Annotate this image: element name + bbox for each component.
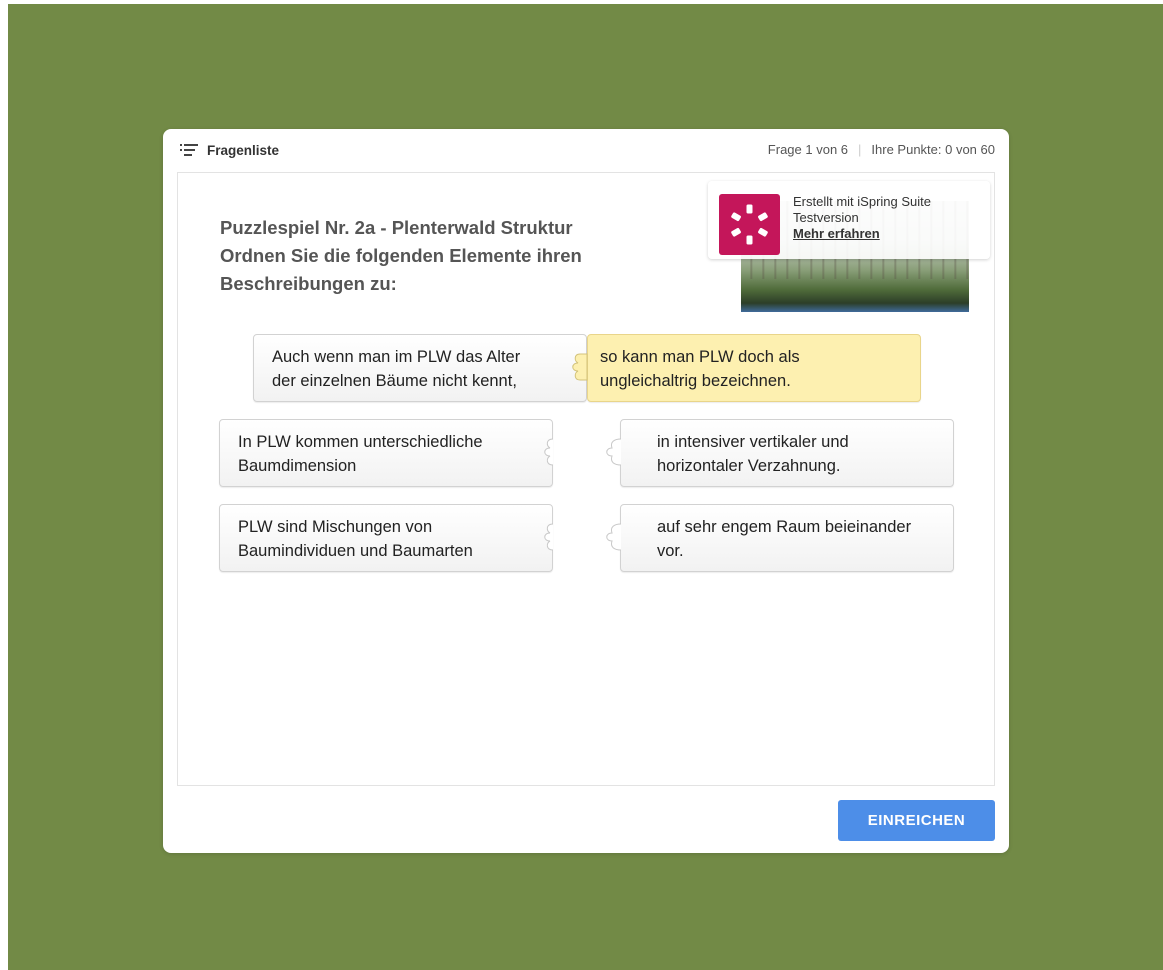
question-title-line-2: Ordnen Sie die folgenden Elemente ihren xyxy=(220,245,582,266)
piece-text-line: In PLW kommen unterschiedliche xyxy=(238,433,483,451)
piece-text-line: Baumdimension xyxy=(238,457,357,475)
puzzle-piece-right-3[interactable]: auf sehr engem Raum beieinander vor. xyxy=(620,504,954,572)
score-counter: Ihre Punkte: 0 von 60 xyxy=(871,142,995,157)
puzzle-piece-left-3[interactable]: PLW sind Mischungen von Baumindividuen u… xyxy=(219,504,553,572)
quiz-player: Fragenliste Frage 1 von 6 | Ihre Punkte:… xyxy=(163,129,1009,853)
piece-text-line: so kann man PLW doch als xyxy=(600,348,800,366)
watermark-line-1: Erstellt mit iSpring Suite xyxy=(793,194,931,209)
progress-info: Frage 1 von 6 | Ihre Punkte: 0 von 60 xyxy=(768,142,995,157)
separator: | xyxy=(858,142,862,157)
watermark-text: Erstellt mit iSpring Suite Testversion M… xyxy=(793,194,931,242)
piece-text-line: auf sehr engem Raum beieinander xyxy=(657,518,912,536)
piece-text-line: vor. xyxy=(657,542,684,560)
ispring-logo-icon xyxy=(719,194,780,255)
puzzle-socket-icon xyxy=(544,438,554,466)
stage-background: Fragenliste Frage 1 von 6 | Ihre Punkte:… xyxy=(8,4,1163,970)
piece-text-line: ungleichaltrig bezeichnen. xyxy=(600,372,791,390)
piece-text-line: PLW sind Mischungen von xyxy=(238,518,433,536)
piece-text-line: horizontaler Verzahnung. xyxy=(657,457,841,475)
watermark-line-2: Testversion xyxy=(793,210,859,225)
question-title-line-3: Beschreibungen zu: xyxy=(220,273,397,294)
piece-text-line: Auch wenn man im PLW das Alter xyxy=(272,348,521,366)
submit-button[interactable]: EINREICHEN xyxy=(838,800,995,841)
question-list-button[interactable]: Fragenliste xyxy=(180,141,279,159)
piece-text-line: in intensiver vertikaler und xyxy=(657,433,849,451)
question-list-label: Fragenliste xyxy=(207,142,280,158)
top-bar: Fragenliste Frage 1 von 6 | Ihre Punkte:… xyxy=(163,129,1009,169)
learn-more-link[interactable]: Mehr erfahren xyxy=(793,226,931,242)
question-text: Puzzlespiel Nr. 2a - Plenterwald Struktu… xyxy=(220,214,660,298)
ispring-watermark: Erstellt mit iSpring Suite Testversion M… xyxy=(708,181,990,259)
piece-text-line: der einzelnen Bäume nicht kennt, xyxy=(272,372,517,390)
puzzle-tab-icon xyxy=(606,523,622,551)
piece-text-line: Baumindividuen und Baumarten xyxy=(238,542,473,560)
list-icon xyxy=(180,144,198,156)
slide-area: Puzzlespiel Nr. 2a - Plenterwald Struktu… xyxy=(177,172,995,786)
puzzle-connector-icon xyxy=(572,353,588,381)
puzzle-tab-icon xyxy=(606,438,622,466)
puzzle-socket-icon xyxy=(544,523,554,551)
puzzle-piece-left-2[interactable]: In PLW kommen unterschiedliche Baumdimen… xyxy=(219,419,553,487)
question-title-line-1: Puzzlespiel Nr. 2a - Plenterwald Struktu… xyxy=(220,217,573,238)
puzzle-piece-right-2[interactable]: in intensiver vertikaler und horizontale… xyxy=(620,419,954,487)
question-counter: Frage 1 von 6 xyxy=(767,142,849,157)
puzzle-piece-right-1[interactable]: so kann man PLW doch als ungleichaltrig … xyxy=(587,334,921,402)
puzzle-piece-left-1[interactable]: Auch wenn man im PLW das Alter der einze… xyxy=(253,334,587,402)
